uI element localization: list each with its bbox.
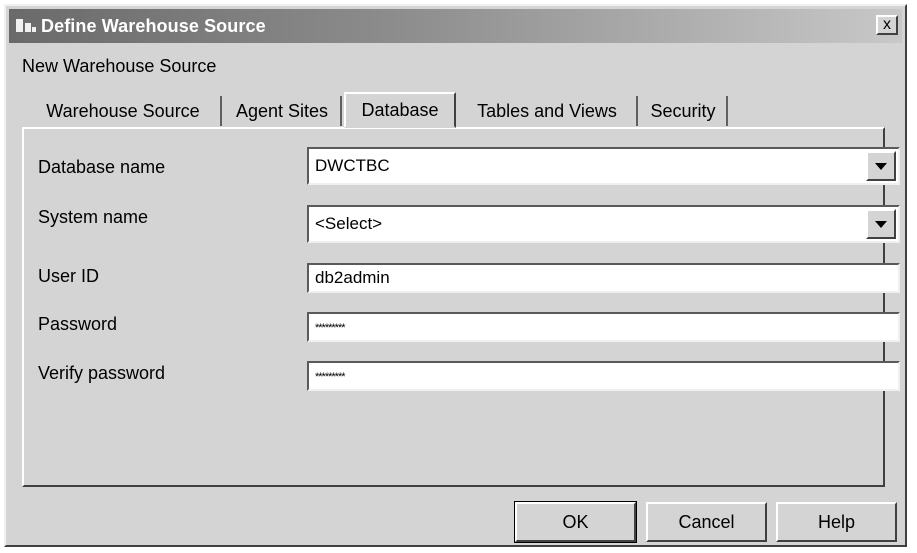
ok-button[interactable]: OK xyxy=(514,501,637,543)
verify-password-label: Verify password xyxy=(38,363,166,383)
warehouse-app-icon xyxy=(15,17,37,35)
dialog-subtitle: New Warehouse Source xyxy=(22,56,217,76)
database-name-combobox[interactable]: DWCTBC xyxy=(307,147,900,185)
tab-warehouse-source[interactable]: Warehouse Source xyxy=(26,96,222,126)
system-name-value: <Select> xyxy=(315,214,383,233)
cancel-button[interactable]: Cancel xyxy=(646,502,767,542)
close-icon: x xyxy=(883,16,891,33)
close-button[interactable]: x xyxy=(876,15,898,35)
password-label: Password xyxy=(38,314,118,334)
window-title: Define Warehouse Source xyxy=(41,15,266,36)
system-name-label: System name xyxy=(38,207,149,227)
tab-database[interactable]: Database xyxy=(344,92,456,128)
password-input[interactable]: ********* xyxy=(307,312,900,342)
chevron-down-icon xyxy=(875,220,887,228)
title-bar[interactable]: Define Warehouse Source x xyxy=(9,9,902,43)
database-tab-panel: Database name DWCTBC System name <Select… xyxy=(22,127,900,487)
tab-tables-and-views[interactable]: Tables and Views xyxy=(458,96,638,126)
help-button[interactable]: Help xyxy=(776,502,897,542)
database-name-value: DWCTBC xyxy=(315,156,390,175)
system-name-combobox[interactable]: <Select> xyxy=(307,205,900,243)
tab-security[interactable]: Security xyxy=(640,96,728,126)
chevron-down-icon xyxy=(875,162,887,170)
user-id-label: User ID xyxy=(38,266,100,286)
tab-agent-sites[interactable]: Agent Sites xyxy=(224,96,342,126)
verify-password-input[interactable]: ********* xyxy=(307,361,900,391)
user-id-input[interactable]: db2admin xyxy=(307,263,900,293)
system-name-dropdown-button[interactable] xyxy=(866,209,896,239)
database-name-dropdown-button[interactable] xyxy=(866,151,896,181)
database-name-label: Database name xyxy=(38,157,166,177)
dialog-window: Define Warehouse Source x New Warehouse … xyxy=(4,4,907,547)
